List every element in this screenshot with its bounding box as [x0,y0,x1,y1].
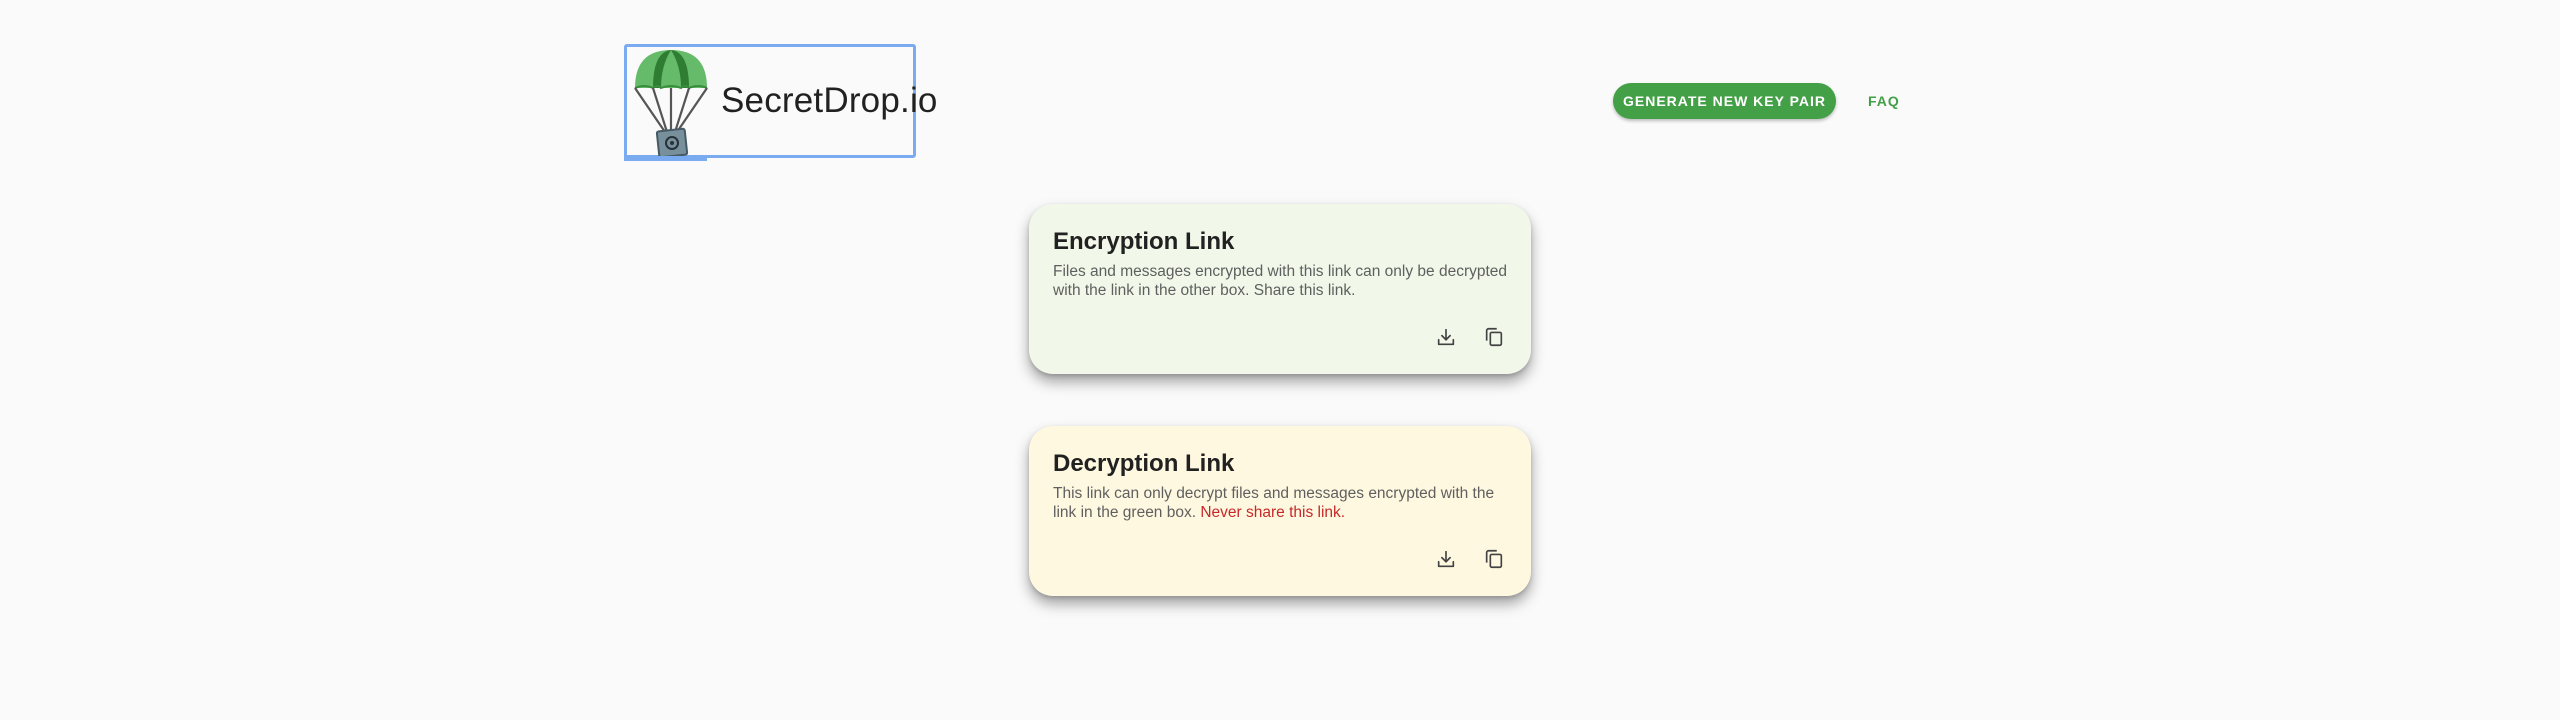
decryption-card-actions [1429,542,1511,576]
site-title: SecretDrop.io [721,81,938,120]
decryption-link-card: Decryption Link This link can only decry… [1029,426,1531,596]
decryption-card-description: This link can only decrypt files and mes… [1053,484,1513,522]
decryption-card-title: Decryption Link [1053,450,1235,477]
copy-icon[interactable] [1477,542,1511,576]
logo-link[interactable]: SecretDrop.io [624,44,937,161]
copy-icon[interactable] [1477,320,1511,354]
encryption-card-actions [1429,320,1511,354]
never-share-warning: Never share this link. [1200,504,1346,521]
download-icon[interactable] [1429,542,1463,576]
encryption-card-description: Files and messages encrypted with this l… [1053,263,1508,299]
encryption-link-card: Encryption Link Files and messages encry… [1029,204,1531,374]
download-icon[interactable] [1429,320,1463,354]
header: SecretDrop.io GENERATE NEW KEY PAIR FAQ [0,0,2560,170]
generate-key-pair-button[interactable]: GENERATE NEW KEY PAIR [1613,83,1836,119]
encryption-card-title: Encryption Link [1053,228,1235,255]
parachute-logo-icon [631,46,711,159]
faq-link[interactable]: FAQ [1868,83,1900,119]
